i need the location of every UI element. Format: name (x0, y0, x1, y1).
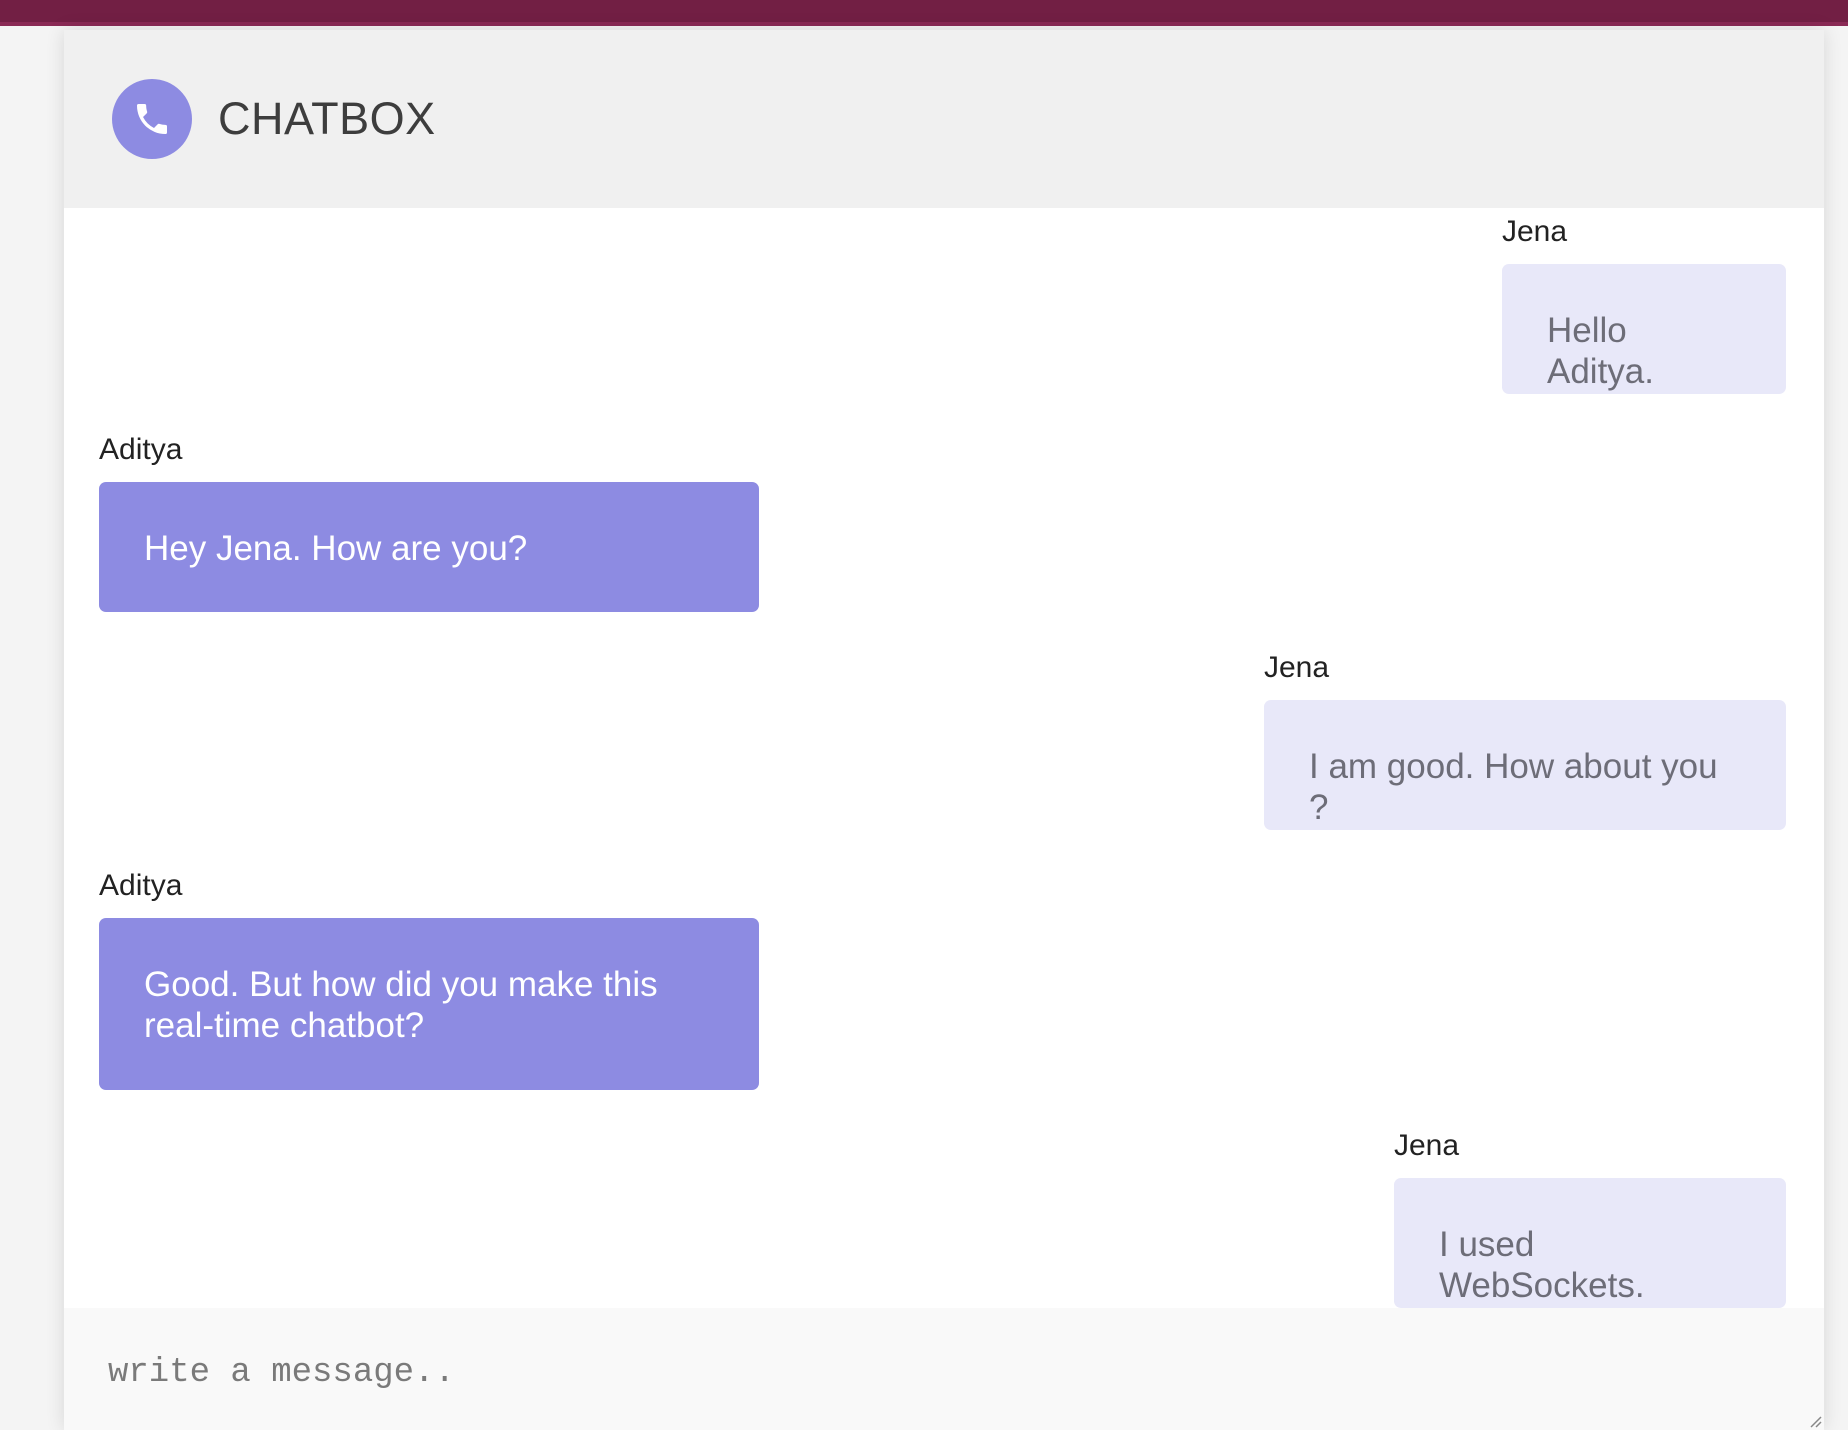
message-item: Aditya Good. But how did you make this r… (99, 866, 759, 1090)
message-item: Jena I used WebSockets. (1394, 1126, 1786, 1308)
message-item: Jena Hello Aditya. (1502, 212, 1786, 394)
browser-top-bar (0, 0, 1848, 26)
chat-header: CHATBOX (64, 30, 1824, 208)
message-item: Aditya Hey Jena. How are you? (99, 430, 759, 612)
message-bubble: Hello Aditya. (1502, 264, 1786, 394)
message-list: Jena Hello Aditya. Aditya Hey Jena. How … (64, 208, 1824, 1308)
message-sender: Aditya (99, 433, 183, 466)
message-sender: Aditya (99, 869, 183, 902)
message-sender: Jena (1394, 1129, 1460, 1162)
message-sender: Jena (1502, 215, 1568, 248)
message-bubble: I am good. How about you ? (1264, 700, 1786, 830)
resize-handle-icon[interactable] (1806, 1412, 1822, 1428)
message-bubble: Good. But how did you make this real-tim… (99, 918, 759, 1090)
message-sender: Jena (1264, 651, 1330, 684)
message-input[interactable] (64, 1308, 1824, 1430)
phone-icon[interactable] (112, 79, 192, 159)
phone-icon-glyph (137, 104, 167, 134)
chat-panel: CHATBOX Jena Hello Aditya. Aditya Hey Je… (64, 30, 1824, 1430)
message-bubble: Hey Jena. How are you? (99, 482, 759, 612)
chat-title: CHATBOX (218, 93, 436, 144)
message-item: Jena I am good. How about you ? (1264, 648, 1786, 830)
message-composer (64, 1308, 1824, 1430)
message-bubble: I used WebSockets. (1394, 1178, 1786, 1308)
